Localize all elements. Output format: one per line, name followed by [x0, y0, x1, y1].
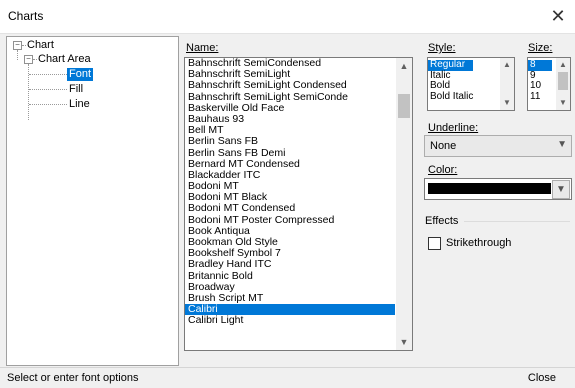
chevron-down-icon[interactable]: ▼: [552, 180, 570, 199]
scroll-down-icon[interactable]: ▼: [396, 334, 412, 350]
font-list-item[interactable]: Broadway: [185, 282, 395, 293]
category-tree[interactable]: − Chart − Chart Area Font Fill Line: [6, 36, 179, 366]
font-list-item[interactable]: Calibri Light: [185, 315, 395, 326]
style-list-item[interactable]: Bold Italic: [428, 91, 473, 103]
style-list-item[interactable]: Bold: [428, 80, 473, 92]
size-items: 8 9 10 11: [528, 59, 552, 103]
size-label: Size:: [528, 42, 553, 54]
color-label: Color:: [428, 164, 458, 176]
tree-connector: [29, 74, 67, 75]
font-list-item[interactable]: Bodoni MT: [185, 181, 395, 192]
font-list-item[interactable]: Bahnschrift SemiLight Condensed: [185, 80, 395, 91]
scroll-up-icon[interactable]: ▲: [556, 58, 570, 72]
font-list-item[interactable]: Britannic Bold: [185, 271, 395, 282]
title-bar: Charts ✕: [0, 0, 575, 34]
style-list-scrollbar[interactable]: ▲ ▼: [500, 58, 514, 110]
scroll-up-icon[interactable]: ▲: [396, 58, 412, 74]
tree-connector: [29, 104, 67, 105]
tree-connector: [22, 45, 26, 46]
close-icon[interactable]: ✕: [547, 5, 569, 27]
font-list-item[interactable]: Bernard MT Condensed: [185, 159, 395, 170]
font-list-item[interactable]: Berlin Sans FB: [185, 136, 395, 147]
tree-item-line[interactable]: Line: [69, 98, 90, 111]
font-size-list[interactable]: 8 9 10 11 ▲ ▼: [527, 57, 571, 111]
close-button[interactable]: Close: [528, 372, 556, 384]
status-text: Select or enter font options: [7, 372, 139, 384]
size-list-scrollbar[interactable]: ▲ ▼: [556, 58, 570, 110]
effects-label: Effects: [425, 215, 459, 227]
font-list-item[interactable]: Bookshelf Symbol 7: [185, 248, 395, 259]
font-list-item[interactable]: Bradley Hand ITC: [185, 259, 395, 270]
style-items: Regular Italic Bold Bold Italic: [428, 59, 474, 103]
font-list-item[interactable]: Bodoni MT Black: [185, 192, 395, 203]
style-label: Style:: [428, 42, 456, 54]
scroll-thumb[interactable]: [398, 94, 410, 118]
style-list-item[interactable]: Regular: [428, 59, 474, 71]
collapse-chart-area-icon[interactable]: −: [24, 55, 33, 64]
underline-dropdown[interactable]: None ▼: [424, 135, 572, 157]
window-title: Charts: [8, 9, 44, 23]
font-list-item[interactable]: Brush Script MT: [185, 293, 395, 304]
effects-divider: [464, 221, 570, 222]
scroll-down-icon[interactable]: ▼: [500, 96, 514, 110]
font-list-item[interactable]: Calibri: [185, 304, 395, 316]
font-list-item[interactable]: Bell MT: [185, 125, 395, 136]
font-items: Bahnschrift SemiCondensed Bahnschrift Sem…: [185, 58, 395, 327]
font-list-item[interactable]: Bauhaus 93: [185, 114, 395, 125]
font-list-item[interactable]: Book Antiqua: [185, 226, 395, 237]
tree-connector: [28, 64, 29, 120]
collapse-chart-icon[interactable]: −: [13, 41, 22, 50]
tree-item-chart-area[interactable]: Chart Area: [38, 53, 91, 66]
color-swatch: [428, 183, 551, 194]
scroll-thumb[interactable]: [558, 72, 568, 90]
font-style-list[interactable]: Regular Italic Bold Bold Italic ▲ ▼: [427, 57, 515, 111]
font-list-scrollbar[interactable]: ▲ ▼: [396, 58, 412, 350]
underline-value: None: [430, 140, 457, 152]
font-list-item[interactable]: Bahnschrift SemiCondensed: [185, 58, 395, 69]
color-picker[interactable]: ▼: [424, 178, 572, 200]
size-list-item[interactable]: 11: [528, 91, 552, 103]
size-list-item[interactable]: 8: [528, 59, 552, 71]
font-name-list[interactable]: Bahnschrift SemiCondensed Bahnschrift Sem…: [184, 57, 413, 351]
strikethrough-label[interactable]: Strikethrough: [446, 237, 511, 249]
tree-item-chart[interactable]: Chart: [27, 39, 54, 52]
status-bar: Select or enter font options Close: [0, 367, 575, 388]
chevron-down-icon: ▼: [557, 139, 567, 150]
font-list-item[interactable]: Bodoni MT Poster Compressed: [185, 215, 395, 226]
font-list-item[interactable]: Bodoni MT Condensed: [185, 203, 395, 214]
font-list-item[interactable]: Berlin Sans FB Demi: [185, 148, 395, 159]
font-list-item[interactable]: Baskerville Old Face: [185, 103, 395, 114]
font-list-item[interactable]: Blackadder ITC: [185, 170, 395, 181]
tree-item-font[interactable]: Font: [67, 68, 94, 81]
font-list-item[interactable]: Bookman Old Style: [185, 237, 395, 248]
underline-label: Underline:: [428, 122, 479, 134]
strikethrough-checkbox[interactable]: [428, 237, 441, 250]
scroll-up-icon[interactable]: ▲: [500, 58, 514, 72]
tree-connector: [29, 89, 67, 90]
name-label: Name:: [186, 42, 219, 54]
tree-connector: [17, 50, 18, 60]
size-list-item[interactable]: 10: [528, 80, 552, 92]
font-list-item[interactable]: Bahnschrift SemiLight SemiConde: [185, 92, 395, 103]
tree-connector: [33, 59, 37, 60]
font-list-item[interactable]: Bahnschrift SemiLight: [185, 69, 395, 80]
tree-item-fill[interactable]: Fill: [69, 83, 83, 96]
scroll-down-icon[interactable]: ▼: [556, 96, 570, 110]
